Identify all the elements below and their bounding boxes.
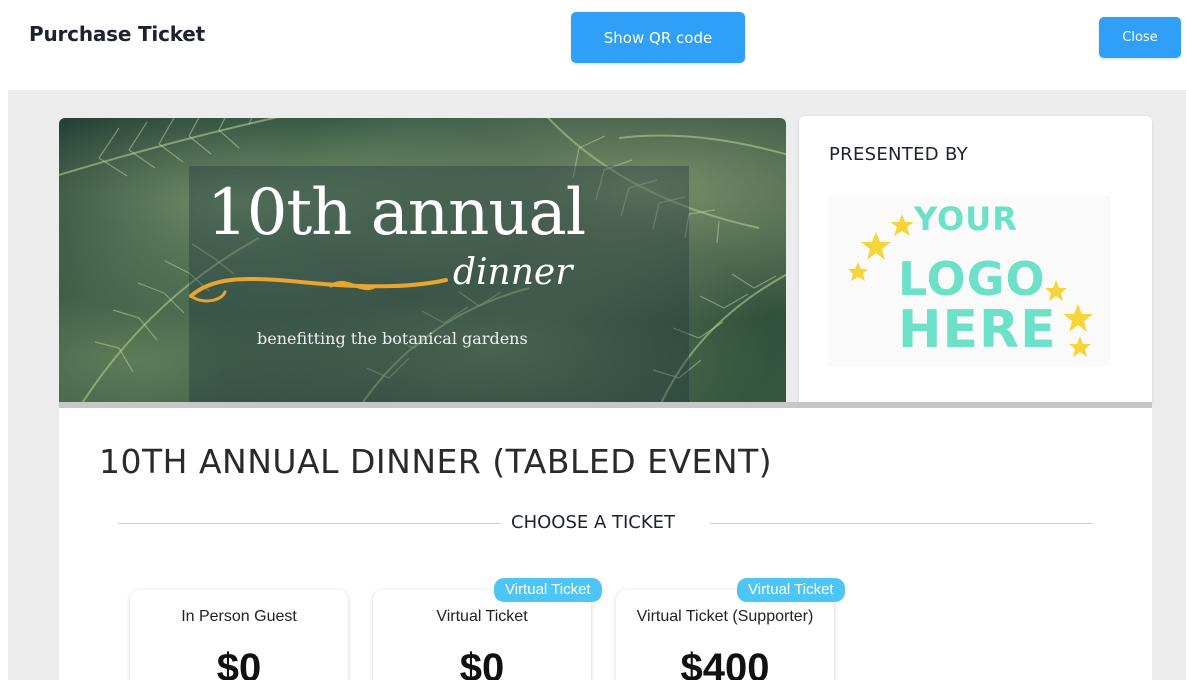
logo-text-logo: LOGO <box>898 252 1046 306</box>
ticket-price: $400 <box>680 646 770 680</box>
choose-ticket-rule-left <box>118 523 501 524</box>
show-qr-code-button[interactable]: Show QR code <box>571 12 745 63</box>
page-title: Purchase Ticket <box>29 22 206 46</box>
sponsor-card: PRESENTED BY YOUR LOGO HERE <box>799 116 1152 402</box>
banner-script-text: dinner <box>453 252 573 293</box>
choose-ticket-rule-right <box>710 523 1093 524</box>
ticket-card-virtual-ticket[interactable]: Virtual Ticket Virtual Ticket $0 <box>373 578 602 680</box>
choose-ticket-heading: CHOOSE A TICKET <box>511 512 676 533</box>
ticket-card-in-person-guest[interactable]: In Person Guest $0 <box>130 590 348 680</box>
event-details: 10TH ANNUAL DINNER (TABLED EVENT) CHOOSE… <box>59 408 1152 680</box>
ticket-price: $0 <box>459 646 505 680</box>
event-title: 10TH ANNUAL DINNER (TABLED EVENT) <box>99 442 773 481</box>
top-bar: Purchase Ticket Show QR code Close <box>0 0 1186 90</box>
banner-subtitle: benefitting the botanical gardens <box>257 329 528 348</box>
logo-text-here: HERE <box>898 300 1057 360</box>
ticket-type-badge: Virtual Ticket <box>494 578 602 602</box>
banner-headline: 10th annual <box>207 176 586 250</box>
close-button[interactable]: Close <box>1099 17 1181 58</box>
ticket-type-badge: Virtual Ticket <box>737 578 845 602</box>
banner-swash-ornament <box>189 277 448 303</box>
sponsor-logo: YOUR LOGO HERE <box>828 196 1110 366</box>
event-banner-image: 10th annual dinner benefitting the botan… <box>59 118 786 402</box>
ticket-price: $0 <box>216 646 262 680</box>
logo-text-your: YOUR <box>914 200 1018 238</box>
presented-by-heading: PRESENTED BY <box>829 144 968 165</box>
ticket-card-virtual-supporter[interactable]: Virtual Ticket Virtual Ticket (Supporter… <box>616 578 845 680</box>
ticket-name: Virtual Ticket <box>436 608 528 625</box>
ticket-name: Virtual Ticket (Supporter) <box>636 608 814 625</box>
ticket-name: In Person Guest <box>181 608 297 625</box>
